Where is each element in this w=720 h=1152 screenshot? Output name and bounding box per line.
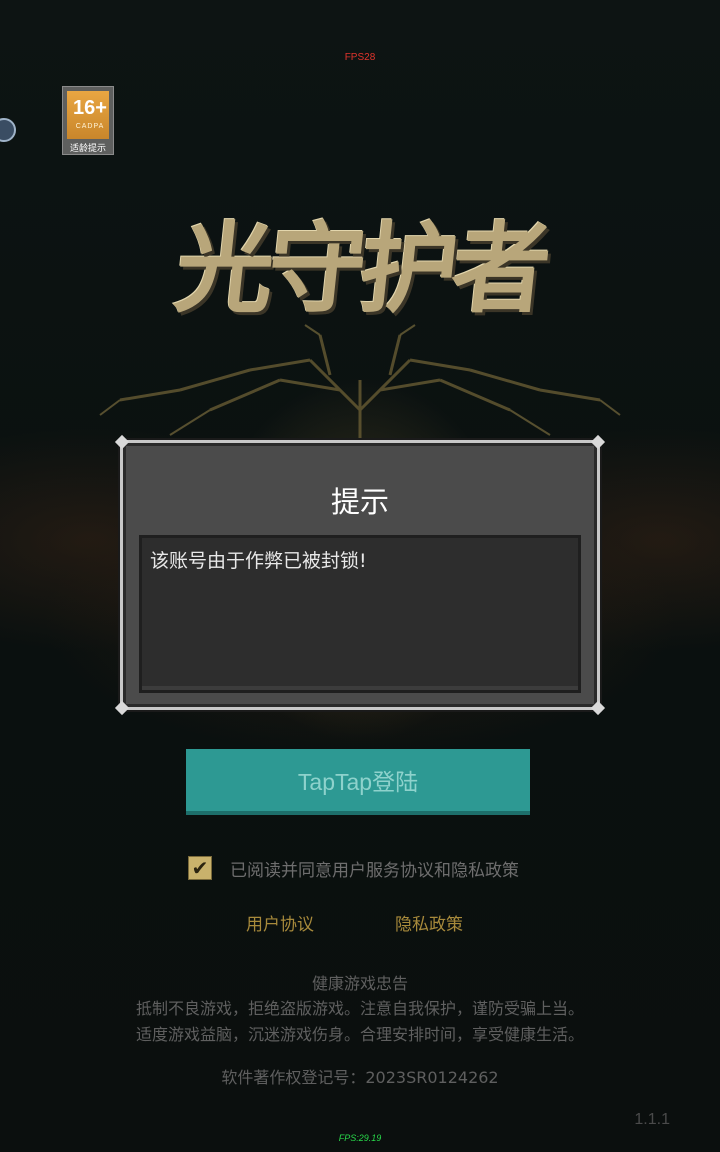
health-notice-line: 适度游戏益脑，沉迷游戏伤身。合理安排时间，享受健康生活。 [135,1025,584,1044]
age-rating-badge[interactable]: 16+ CADPA 适龄提示 [62,86,114,155]
age-rating-org: CADPA [75,123,105,130]
dialog-message-box: 该账号由于作弊已被封锁! [139,535,581,693]
age-rating-hint: 适龄提示 [69,144,106,154]
fps-counter-top: FPS28 [344,52,376,63]
game-login-screen: FPS28 16+ CADPA 适龄提示 光守护者 提示 该账号由于作弊已被封锁… [0,0,720,1152]
age-rating-icon: 16+ CADPA [67,91,109,139]
dialog-message: 该账号由于作弊已被封锁! [150,550,367,572]
copyright-registration: 软件著作权登记号：2023SR0124262 [221,1068,499,1087]
dialog-corner-ornament [114,700,130,716]
health-notice-title: 健康游戏忠告 [311,974,408,993]
age-rating-value: 16+ [73,97,107,119]
fps-counter-bottom: FPS:29.19 [338,1133,382,1143]
alert-dialog: 提示 该账号由于作弊已被封锁! [114,434,606,716]
app-version: 1.1.1 [634,1111,670,1128]
game-logo-title: 光守护者 [169,212,551,327]
privacy-policy-link[interactable]: 隐私政策 [395,910,463,935]
agreement-text: 已阅读并同意用户服务协议和隐私政策 [230,861,519,881]
dialog-title: 提示 [330,485,389,519]
health-notice-line: 抵制不良游戏，拒绝盗版游戏。注意自我保护，谨防受骗上当。 [135,999,584,1018]
taptap-login-button[interactable]: TapTap登陆 [186,749,530,815]
dialog-corner-ornament [590,700,606,716]
agreement-checkbox[interactable]: ✔ [188,856,212,880]
glowing-tree-illustration [99,324,621,460]
user-agreement-link[interactable]: 用户协议 [246,910,314,935]
floating-assist-button[interactable] [0,118,16,142]
